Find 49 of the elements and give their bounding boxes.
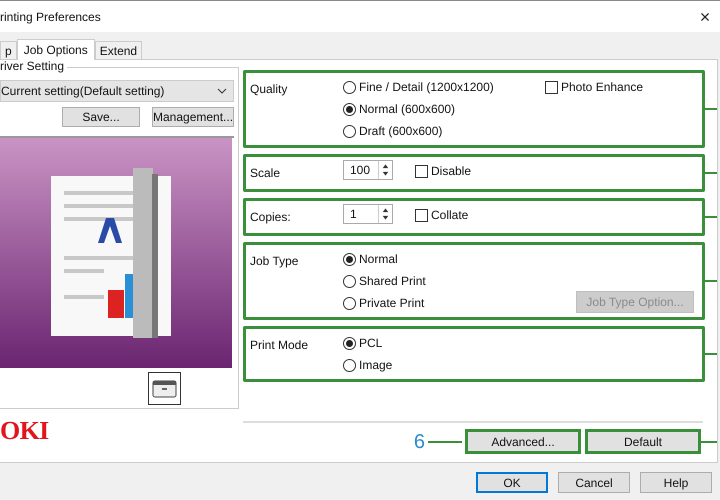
checkbox[interactable]	[415, 208, 428, 222]
settings-button[interactable]: Management...	[152, 107, 234, 127]
group-label: river Setting	[0, 60, 68, 72]
radio-label[interactable]: Private Print	[359, 294, 424, 312]
checkbox-label[interactable]: Photo Enhance	[561, 78, 644, 96]
radio-label[interactable]: Draft (600x600)	[359, 122, 442, 140]
radio-button[interactable]	[343, 252, 356, 266]
dialog-button[interactable]: Cancel	[558, 472, 630, 493]
group-label: Job Type	[250, 253, 300, 270]
group-label: Print Mode	[250, 337, 310, 354]
window-title: rinting Preferences	[0, 8, 101, 26]
radio-button[interactable]	[343, 336, 356, 350]
chevron-down-icon	[217, 88, 227, 94]
close-button[interactable]: ×	[690, 8, 720, 26]
leader-line	[701, 440, 717, 442]
checkbox-label[interactable]: Disable	[431, 162, 472, 180]
printer-icon	[148, 372, 180, 405]
radio-label[interactable]: PCL	[359, 334, 382, 352]
dialog-button[interactable]: Help	[640, 472, 712, 493]
callout-number: 6	[414, 432, 425, 452]
radio-label[interactable]: Image	[359, 356, 392, 374]
dialog-action-button[interactable]: Advanced...	[465, 429, 581, 454]
checkbox[interactable]	[415, 164, 428, 178]
radio-button[interactable]	[343, 296, 356, 310]
group-label: Quality	[250, 81, 288, 98]
dialog-button[interactable]: OK	[476, 472, 548, 493]
logo: OKI	[0, 418, 50, 444]
radio-label[interactable]: Normal	[359, 250, 398, 268]
tab[interactable]: Extend	[94, 41, 142, 59]
group-label: Copies:	[250, 209, 292, 226]
radio-label[interactable]: Shared Print	[359, 272, 426, 290]
checkbox[interactable]	[545, 80, 558, 94]
dialog-action-button[interactable]: Default	[585, 429, 701, 454]
radio-button[interactable]	[343, 274, 356, 288]
tab[interactable]: Job Options	[16, 39, 95, 60]
checkbox-label[interactable]: Collate	[431, 206, 468, 224]
spin-field[interactable]: 1	[343, 204, 393, 224]
radio-button[interactable]	[343, 102, 356, 116]
tab[interactable]: p	[0, 41, 17, 59]
group-label: Scale	[250, 165, 282, 182]
driver-setting-dropdown[interactable]: Current setting(Default setting)	[0, 80, 234, 102]
radio-label[interactable]: Normal (600x600)	[359, 100, 456, 118]
radio-button[interactable]	[343, 80, 356, 94]
spin-field[interactable]: 100	[343, 160, 393, 180]
radio-label[interactable]: Fine / Detail (1200x1200)	[359, 78, 494, 96]
radio-button[interactable]	[343, 358, 356, 372]
radio-button[interactable]	[343, 124, 356, 138]
leader-line	[428, 440, 462, 442]
settings-button[interactable]: Save...	[62, 107, 140, 127]
